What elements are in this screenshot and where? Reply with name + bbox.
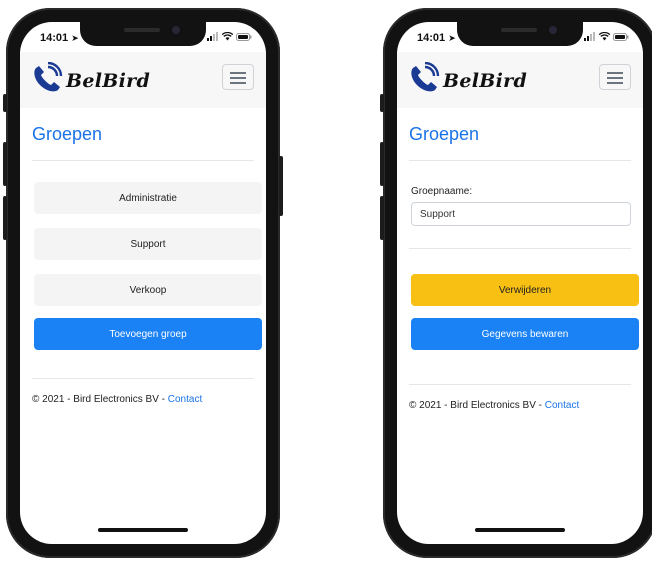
menu-icon [230,72,246,74]
menu-icon-bar [230,82,246,84]
group-name-input[interactable] [411,202,631,226]
status-icons [584,32,629,41]
brand-logo[interactable]: BelBird [407,58,527,102]
location-arrow-icon: ➤ [448,33,456,43]
volume-down-button [3,196,7,240]
menu-icon [607,72,623,74]
group-name-label: Groepnaame: [411,186,473,197]
screen-right: 14:01 ➤ BelBird Groepen Groepnaame: Supp… [397,22,643,544]
status-icons [207,32,252,41]
contact-link[interactable]: Contact [168,394,202,405]
footer-copyright: © 2021 - Bird Electronics BV - [32,394,168,405]
mute-switch [380,94,384,112]
wifi-icon [599,32,610,41]
location-arrow-icon: ➤ [71,33,79,43]
footer: © 2021 - Bird Electronics BV - Contact [32,394,202,405]
navbar: BelBird [20,52,266,108]
footer-copyright: © 2021 - Bird Electronics BV - [409,400,545,411]
footer-divider [409,384,631,385]
volume-up-button [3,142,7,186]
phone-logo-icon [34,62,63,92]
page-title: Groepen [409,124,480,144]
brand-logo[interactable]: BelBird [30,58,150,102]
delete-button[interactable]: Verwijderen [411,274,639,306]
save-button[interactable]: Gegevens bewaren [411,318,639,350]
signal-icon [584,32,595,41]
status-time: 14:01 ➤ [40,32,79,44]
divider [409,160,631,161]
power-button [279,156,283,216]
notch [80,22,206,46]
screen-left: 14:01 ➤ BelBird Groepen Administratie Su… [20,22,266,544]
battery-icon [613,32,629,41]
menu-icon-bar [230,77,246,79]
footer: © 2021 - Bird Electronics BV - Contact [409,400,579,411]
add-group-button[interactable]: Toevoegen groep [34,318,262,350]
navbar: BelBird [397,52,643,108]
status-time: 14:01 ➤ [417,32,456,44]
group-item-verkoop[interactable]: Verkoop [34,274,262,306]
phone-frame-left: 14:01 ➤ BelBird Groepen Administratie Su… [3,8,283,558]
group-item-administratie[interactable]: Administratie [34,182,262,214]
signal-icon [207,32,218,41]
menu-icon-bar [607,77,623,79]
page-title: Groepen [32,124,103,144]
form-divider [409,248,631,249]
brand-name: BelBird [66,70,151,92]
footer-divider [32,378,254,379]
phone-frame-right: 14:01 ➤ BelBird Groepen Groepnaame: Supp… [380,8,652,558]
home-indicator[interactable] [98,528,188,532]
wifi-icon [222,32,233,41]
volume-up-button [380,142,384,186]
notch [457,22,583,46]
volume-down-button [380,196,384,240]
mute-switch [3,94,7,112]
contact-link[interactable]: Contact [545,400,579,411]
menu-toggle-button[interactable] [222,64,254,90]
brand-name: BelBird [443,70,528,92]
divider [32,160,254,161]
group-item-support[interactable]: Support [34,228,262,260]
home-indicator[interactable] [475,528,565,532]
phone-logo-icon [411,62,440,92]
menu-toggle-button[interactable] [599,64,631,90]
menu-icon-bar [607,82,623,84]
battery-icon [236,32,252,41]
